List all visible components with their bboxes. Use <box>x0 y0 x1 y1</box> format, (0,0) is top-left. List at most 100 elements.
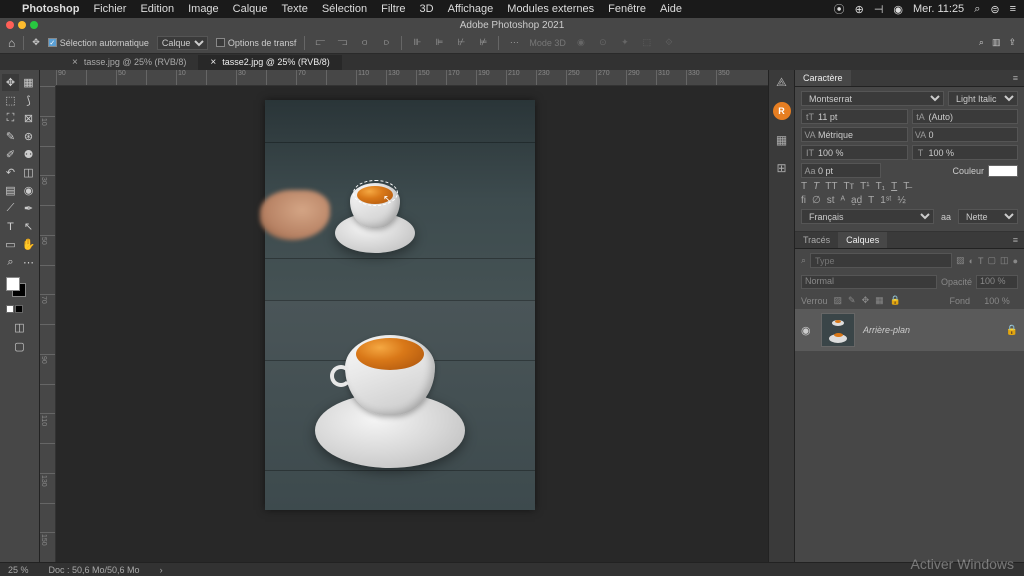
app-menu[interactable]: Photoshop <box>22 3 79 15</box>
menu-text[interactable]: Texte <box>282 3 308 15</box>
distribute-space-icon[interactable]: ⊬ <box>454 36 468 50</box>
record-icon[interactable]: ⦿ <box>834 1 845 17</box>
kerning-field[interactable]: VA <box>912 127 1019 142</box>
swash-icon[interactable]: st <box>827 195 835 206</box>
layer-row[interactable]: ◉ Arrière-plan 🔒 <box>795 309 1024 351</box>
subscript-icon[interactable]: T₁ <box>876 181 885 192</box>
maximize-window-button[interactable] <box>30 21 38 29</box>
filter-type-icon[interactable]: T <box>978 256 984 266</box>
color-swatches[interactable] <box>6 277 37 301</box>
align-center-h-icon[interactable]: ⫎ <box>335 36 349 50</box>
artboard-tool[interactable]: ▦ <box>20 74 37 91</box>
tracking-field[interactable]: VA <box>801 127 908 142</box>
filter-toggle-icon[interactable]: ● <box>1013 256 1018 266</box>
libraries-icon[interactable]: ▦ <box>774 132 790 148</box>
doc-tab-0[interactable]: × tasse.jpg @ 25% (RVB/8) <box>60 55 198 70</box>
filter-smart-icon[interactable]: ◫ <box>1000 255 1009 266</box>
frame-tool[interactable]: ⊠ <box>20 110 37 127</box>
doc-tab-1[interactable]: × tasse2.jpg @ 25% (RVB/8) <box>198 55 341 70</box>
font-family-select[interactable]: Montserrat <box>801 91 944 106</box>
workspace-icon[interactable]: ▥ <box>992 37 1001 48</box>
close-tab-icon[interactable]: × <box>72 57 78 68</box>
character-tab[interactable]: Caractère <box>795 70 851 86</box>
ligatures-icon[interactable]: fi <box>801 195 806 206</box>
foreground-color[interactable] <box>6 277 20 291</box>
menu-window[interactable]: Fenêtre <box>608 3 646 15</box>
distribute-h-icon[interactable]: ⊪ <box>410 36 424 50</box>
fractions-icon[interactable]: 1ˢᵗ <box>880 195 891 206</box>
zoom-level[interactable]: 25 % <box>8 565 29 575</box>
type-tool[interactable]: T <box>2 218 19 235</box>
menu-view[interactable]: Affichage <box>448 3 494 15</box>
stylistic-icon[interactable]: ᴬ <box>841 195 846 206</box>
language-select[interactable]: Français <box>801 209 934 224</box>
eraser-tool[interactable]: ◫ <box>20 164 37 181</box>
distribute-v-icon[interactable]: ⊫ <box>432 36 446 50</box>
distribute-more-icon[interactable]: ⊭ <box>476 36 490 50</box>
search-icon[interactable]: ⌕ <box>974 3 980 16</box>
strikethrough-icon[interactable]: T̶ <box>903 181 909 192</box>
titling-icon[interactable]: a̱ḏ <box>851 195 862 206</box>
share-icon[interactable]: ⇪ <box>1008 37 1016 48</box>
menu-edit[interactable]: Edition <box>140 3 174 15</box>
history-brush-tool[interactable]: ↶ <box>2 164 19 181</box>
auto-select-checkbox[interactable]: ✓ Sélection automatique <box>48 38 149 48</box>
smallcaps-icon[interactable]: Tᴛ <box>843 181 854 192</box>
horizontal-ruler[interactable]: 9050103070110130150170190210230250270290… <box>56 70 768 86</box>
marquee-tool[interactable]: ⬚ <box>2 92 19 109</box>
lasso-tool[interactable]: ⟆ <box>20 92 37 109</box>
home-icon[interactable]: ⌂ <box>8 36 15 50</box>
blend-mode-select[interactable]: Normal <box>801 275 937 289</box>
stamp-tool[interactable]: ⚉ <box>20 146 37 163</box>
lock-image-icon[interactable]: ✎ <box>848 295 856 306</box>
close-window-button[interactable] <box>6 21 14 29</box>
font-size-field[interactable]: tT <box>801 109 908 124</box>
italic-icon[interactable]: T <box>813 181 819 192</box>
lock-position-icon[interactable]: ✥ <box>862 295 870 306</box>
wifi-icon[interactable]: ◉ <box>893 3 903 16</box>
menu-layer[interactable]: Calque <box>233 3 268 15</box>
notifications-icon[interactable]: ≡ <box>1010 3 1016 15</box>
panel-menu-icon[interactable]: ≡ <box>1007 70 1024 86</box>
filter-shape-icon[interactable]: ▢ <box>988 255 997 266</box>
eyedropper-tool[interactable]: ✎ <box>2 128 19 145</box>
visibility-icon[interactable]: ◉ <box>801 324 813 337</box>
fill-field[interactable]: 100 % <box>976 296 1018 306</box>
layers-tab[interactable]: Calques <box>838 232 887 248</box>
edit-toolbar[interactable]: ⋯ <box>20 254 37 271</box>
vertical-ruler[interactable]: 1030507090110130150 <box>40 86 56 562</box>
menu-file[interactable]: Fichier <box>93 3 126 15</box>
minimize-window-button[interactable] <box>18 21 26 29</box>
lock-all-icon[interactable]: 🔒 <box>890 295 901 306</box>
vscale-field[interactable]: T <box>912 145 1019 160</box>
align-left-icon[interactable]: ⫍ <box>313 36 327 50</box>
text-color-swatch[interactable] <box>988 165 1018 177</box>
menu-3d[interactable]: 3D <box>420 3 434 15</box>
move-tool-icon[interactable]: ✥ <box>32 37 40 48</box>
lock-artboard-icon[interactable]: ▦ <box>875 295 884 306</box>
ordinals-icon[interactable]: T <box>868 195 874 206</box>
menu-plugins[interactable]: Modules externes <box>507 3 594 15</box>
filter-pixel-icon[interactable]: ▨ <box>956 255 965 266</box>
more-options-icon[interactable]: ⋯ <box>507 36 521 50</box>
contextual-icon[interactable]: ∅ <box>812 195 821 206</box>
document-canvas[interactable]: ↖ <box>265 100 535 510</box>
gradient-tool[interactable]: ▤ <box>2 182 19 199</box>
dodge-tool[interactable]: ⟋ <box>2 200 19 217</box>
screen-mode-icon[interactable]: ▢ <box>11 338 28 355</box>
paths-tab[interactable]: Tracés <box>795 232 838 248</box>
leading-field[interactable]: tA <box>912 109 1019 124</box>
lock-transparency-icon[interactable]: ▨ <box>834 295 843 306</box>
control-center-icon[interactable]: ⊜ <box>990 3 999 16</box>
layer-thumbnail[interactable] <box>821 313 855 347</box>
filter-adjust-icon[interactable]: ◐ <box>969 256 974 266</box>
profile-icon[interactable]: R <box>773 102 791 120</box>
3d-panel-icon[interactable]: ⟁ <box>774 74 790 90</box>
layer-name[interactable]: Arrière-plan <box>863 325 998 335</box>
blur-tool[interactable]: ◉ <box>20 182 37 199</box>
layer-filter-input[interactable] <box>810 253 952 268</box>
clock[interactable]: Mer. 11:25 <box>913 3 964 15</box>
baseline-field[interactable]: Aa <box>801 163 881 178</box>
healing-tool[interactable]: ⊛ <box>20 128 37 145</box>
hscale-field[interactable]: IT <box>801 145 908 160</box>
